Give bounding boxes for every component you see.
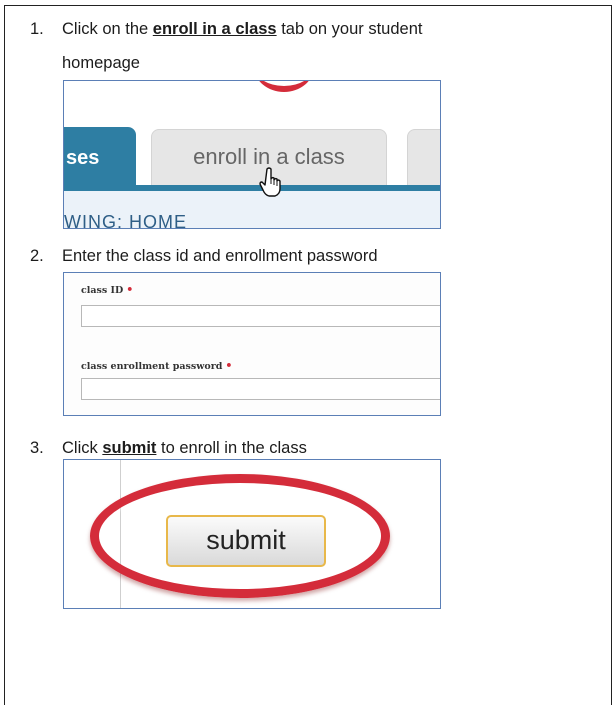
step-text-after: tab on your student — [276, 20, 423, 38]
enrollment-form-screenshot: class ID • class enrollment password • — [63, 272, 441, 416]
step-text: Enter the class id and enrollment passwo… — [62, 247, 378, 265]
step-2-text: 2. Enter the class id and enrollment pass… — [30, 241, 378, 271]
tab-next[interactable] — [407, 129, 440, 185]
step-text-before: Click — [62, 439, 103, 457]
class-id-label-text: class ID — [81, 285, 124, 296]
submit-screenshot: submit — [63, 459, 441, 609]
enrollment-password-label: class enrollment password • — [81, 359, 232, 372]
class-id-label: class ID • — [81, 283, 133, 296]
breadcrumb: WING: HOME — [64, 212, 187, 229]
red-arc-decoration — [254, 81, 314, 92]
tab-courses[interactable]: ses — [64, 127, 136, 189]
enroll-link-text: enroll in a class — [152, 20, 277, 38]
hand-pointer-icon — [259, 167, 281, 197]
required-mark: • — [225, 359, 233, 372]
required-mark: • — [126, 283, 134, 296]
step-number: 2. — [30, 247, 44, 265]
step-1-text: 1. Click on the enroll in a class tab on … — [30, 14, 422, 44]
enrollment-password-label-text: class enrollment password — [81, 361, 223, 372]
step-text-before: Click on the — [62, 20, 153, 38]
red-highlight-ellipse — [90, 474, 390, 598]
submit-link-text: submit — [102, 439, 157, 457]
step-1-text-line2: homepage — [62, 54, 140, 72]
step-text-after: to enroll in the class — [156, 439, 307, 457]
class-id-input[interactable] — [81, 305, 440, 327]
step-number: 3. — [30, 439, 44, 457]
enrollment-password-input[interactable] — [81, 378, 440, 400]
step-number: 1. — [30, 20, 44, 38]
tabs-screenshot: ses enroll in a class WING: HOME — [63, 80, 441, 229]
